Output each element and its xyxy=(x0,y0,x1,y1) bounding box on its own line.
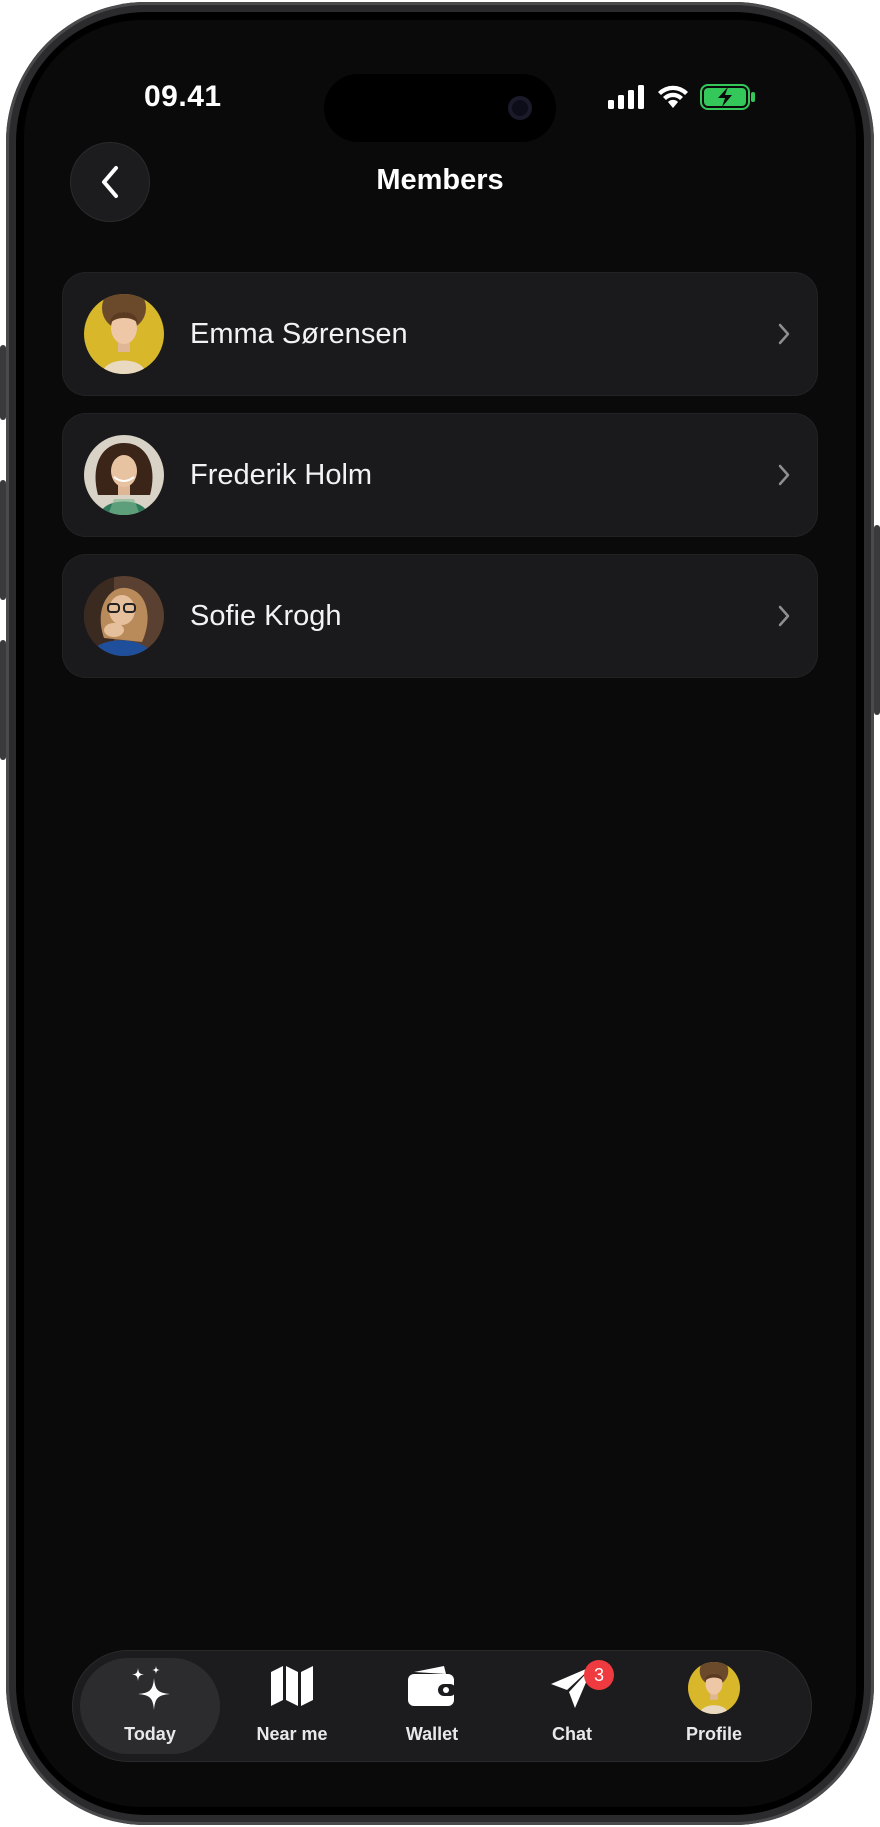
member-row[interactable]: Frederik Holm xyxy=(62,413,818,537)
status-time: 09.41 xyxy=(144,80,222,113)
avatar xyxy=(84,576,164,656)
screen: 09.41 Members Emma Sørensen Frederik Hol… xyxy=(24,20,856,1807)
member-name: Frederik Holm xyxy=(190,459,373,491)
member-row[interactable]: Sofie Krogh xyxy=(62,554,818,678)
member-name: Emma Sørensen xyxy=(190,318,408,350)
avatar xyxy=(688,1662,740,1714)
chevron-right-icon xyxy=(778,464,790,486)
wallet-icon xyxy=(408,1666,456,1706)
tab-label: Wallet xyxy=(405,1724,459,1744)
tab-chat[interactable]: 3 Chat xyxy=(502,1650,642,1762)
notification-badge: 3 xyxy=(584,1660,614,1690)
wifi-icon xyxy=(658,85,688,108)
chevron-right-icon xyxy=(778,323,790,345)
tab-near-me[interactable]: Near me xyxy=(222,1650,362,1762)
map-icon xyxy=(271,1666,313,1706)
members-list: Emma Sørensen Frederik Holm Sofie Krogh xyxy=(62,272,818,695)
tab-label: Near me xyxy=(256,1724,328,1744)
tab-profile[interactable]: Profile xyxy=(644,1650,784,1762)
chevron-right-icon xyxy=(778,605,790,627)
tab-label: Profile xyxy=(685,1724,742,1744)
battery-charging-icon xyxy=(700,84,755,110)
tab-wallet[interactable]: Wallet xyxy=(362,1650,502,1762)
dynamic-island xyxy=(324,74,556,142)
status-icons xyxy=(608,84,756,110)
cellular-signal-icon xyxy=(608,85,644,109)
page-title: Members xyxy=(376,164,504,196)
avatar xyxy=(84,435,164,515)
power-button xyxy=(874,525,880,715)
member-name: Sofie Krogh xyxy=(190,600,342,632)
sparkles-icon xyxy=(132,1666,170,1710)
camera-icon xyxy=(508,96,532,120)
tab-bar: Today Near me Wallet 3 Chat Profile xyxy=(72,1650,812,1762)
tab-today[interactable]: Today xyxy=(80,1658,220,1754)
status-bar: 09.41 xyxy=(24,62,856,142)
member-row[interactable]: Emma Sørensen xyxy=(62,272,818,396)
nav-header: Members xyxy=(24,140,856,224)
tab-label: Chat xyxy=(552,1724,592,1744)
avatar xyxy=(84,294,164,374)
tab-label: Today xyxy=(124,1724,176,1744)
